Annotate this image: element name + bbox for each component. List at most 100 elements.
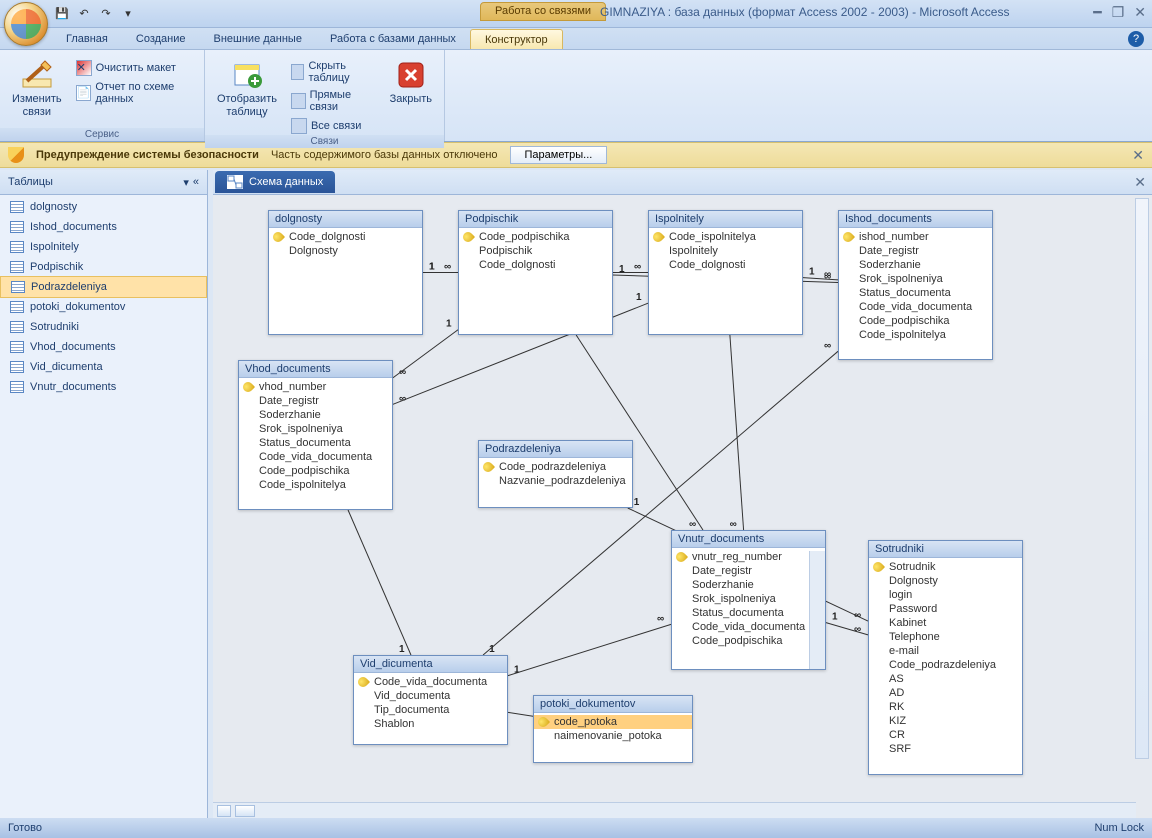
field-vhod_number[interactable]: vhod_number [239,380,392,394]
minimize-button[interactable]: ━ [1093,4,1101,21]
field-Nazvanie_podrazdeleniya[interactable]: Nazvanie_podrazdeleniya [479,474,632,488]
horizontal-scrollbar[interactable] [213,802,1136,818]
field-Date_registr[interactable]: Date_registr [672,564,825,578]
field-Srok_ispolneniya[interactable]: Srok_ispolneniya [239,422,392,436]
table-header[interactable]: potoki_dokumentov [534,696,692,713]
security-close-button[interactable]: ✕ [1132,147,1144,164]
field-Code_podrazdeleniya[interactable]: Code_podrazdeleniya [479,460,632,474]
table-Vhod_documents[interactable]: Vhod_documentsvhod_numberDate_registrSod… [238,360,393,510]
security-options-button[interactable]: Параметры... [510,146,608,164]
field-Code_vida_documenta[interactable]: Code_vida_documenta [672,620,825,634]
table-header[interactable]: dolgnosty [269,211,422,228]
collapse-icon[interactable]: « [193,176,199,189]
field-Telephone[interactable]: Telephone [869,630,1022,644]
nav-header[interactable]: Таблицы ▾« [0,170,207,195]
table-Vnutr_documents[interactable]: Vnutr_documents vnutr_reg_numberDate_regi… [671,530,826,670]
ribbon-tab-2[interactable]: Внешние данные [200,29,316,49]
field-Dolgnosty[interactable]: Dolgnosty [869,574,1022,588]
table-header[interactable]: Ispolnitely [649,211,802,228]
table-Podpischik[interactable]: PodpischikCode_podpischikaPodpischikCode… [458,210,613,335]
field-Sotrudnik[interactable]: Sotrudnik [869,560,1022,574]
field-Code_podrazdeleniya[interactable]: Code_podrazdeleniya [869,658,1022,672]
field-login[interactable]: login [869,588,1022,602]
field-Code_vida_documenta[interactable]: Code_vida_documenta [239,450,392,464]
ribbon-tab-3[interactable]: Работа с базами данных [316,29,470,49]
table-header[interactable]: Podrazdeleniya [479,441,632,458]
nav-item-Ishod_documents[interactable]: Ishod_documents [0,217,207,237]
save-icon[interactable]: 💾 [54,6,70,22]
field-Shablon[interactable]: Shablon [354,717,507,731]
field-CR[interactable]: CR [869,728,1022,742]
field-Code_podpischika[interactable]: Code_podpischika [672,634,825,648]
field-Ispolnitely[interactable]: Ispolnitely [649,244,802,258]
table-Ispolnitely[interactable]: IspolnitelyCode_ispolnitelyaIspolnitelyC… [648,210,803,335]
direct-relations-button[interactable]: Прямые связи [289,88,378,114]
table-Podrazdeleniya[interactable]: Podrazdeleniya Code_podrazdeleniyaNazvani… [478,440,633,508]
field-Status_documenta[interactable]: Status_documenta [672,606,825,620]
field-KIZ[interactable]: KIZ [869,714,1022,728]
field-Password[interactable]: Password [869,602,1022,616]
table-header[interactable]: Vnutr_documents [672,531,825,548]
field-Srok_ispolneniya[interactable]: Srok_ispolneniya [839,272,992,286]
all-relations-button[interactable]: Все связи [289,117,378,135]
table-header[interactable]: Vid_dicumenta [354,656,507,673]
table-Ishod_documents[interactable]: Ishod_documentsishod_numberDate_registrS… [838,210,993,360]
field-Code_vida_documenta[interactable]: Code_vida_documenta [354,675,507,689]
field-e-mail[interactable]: e-mail [869,644,1022,658]
field-Status_documenta[interactable]: Status_documenta [839,286,992,300]
tab-schema[interactable]: Схема данных [215,171,335,193]
nav-item-Podpischik[interactable]: Podpischik [0,257,207,277]
field-Date_registr[interactable]: Date_registr [839,244,992,258]
edit-relations-button[interactable]: Изменить связи [6,57,68,128]
undo-icon[interactable]: ↶ [76,6,92,22]
field-Soderzhanie[interactable]: Soderzhanie [839,258,992,272]
nav-item-Vid_dicumenta[interactable]: Vid_dicumenta [0,357,207,377]
restore-button[interactable]: ❐ [1112,4,1125,21]
clear-layout-button[interactable]: ✕Очистить макет [74,59,198,77]
field-Status_documenta[interactable]: Status_documenta [239,436,392,450]
field-Code_ispolnitelya[interactable]: Code_ispolnitelya [239,478,392,492]
office-button[interactable] [4,2,48,46]
field-Vid_documenta[interactable]: Vid_documenta [354,689,507,703]
ribbon-tab-1[interactable]: Создание [122,29,200,49]
show-table-button[interactable]: Отобразить таблицу [211,57,283,135]
field-SRF[interactable]: SRF [869,742,1022,756]
field-Srok_ispolneniya[interactable]: Srok_ispolneniya [672,592,825,606]
hide-table-button[interactable]: Скрыть таблицу [289,59,378,85]
chevron-down-icon[interactable]: ▾ [183,176,189,189]
field-Code_podpischika[interactable]: Code_podpischika [459,230,612,244]
redo-icon[interactable]: ↷ [98,6,114,22]
field-Code_podpischika[interactable]: Code_podpischika [239,464,392,478]
table-Vid_dicumenta[interactable]: Vid_dicumenta Code_vida_documentaVid_docu… [353,655,508,745]
scroll-left-button[interactable] [217,805,231,817]
nav-item-Vnutr_documents[interactable]: Vnutr_documents [0,377,207,397]
field-Dolgnosty[interactable]: Dolgnosty [269,244,422,258]
nav-item-dolgnosty[interactable]: dolgnosty [0,197,207,217]
qat-customize-icon[interactable]: ▾ [120,6,136,22]
field-ishod_number[interactable]: ishod_number [839,230,992,244]
ribbon-tab-0[interactable]: Главная [52,29,122,49]
field-Code_dolgnosti[interactable]: Code_dolgnosti [269,230,422,244]
table-dolgnosty[interactable]: dolgnosty Code_dolgnostiDolgnosty [268,210,423,335]
table-Sotrudniki[interactable]: SotrudnikiSotrudnikDolgnostyloginPasswor… [868,540,1023,775]
field-AD[interactable]: AD [869,686,1022,700]
field-Tip_documenta[interactable]: Tip_documenta [354,703,507,717]
field-Soderzhanie[interactable]: Soderzhanie [239,408,392,422]
field-Code_ispolnitelya[interactable]: Code_ispolnitelya [839,328,992,342]
nav-item-Vhod_documents[interactable]: Vhod_documents [0,337,207,357]
table-scrollbar[interactable] [809,551,825,669]
close-button[interactable]: ✕ [1134,4,1146,21]
table-potoki_dokumentov[interactable]: potoki_dokumentovcode_potokanaimenovanie… [533,695,693,763]
field-Code_podpischika[interactable]: Code_podpischika [839,314,992,328]
field-code_potoka[interactable]: code_potoka [534,715,692,729]
field-vnutr_reg_number[interactable]: vnutr_reg_number [672,550,825,564]
close-rel-button[interactable]: Закрыть [384,57,438,135]
field-RK[interactable]: RK [869,700,1022,714]
table-header[interactable]: Ishod_documents [839,211,992,228]
relationships-canvas[interactable]: 1∞1∞1∞1∞1∞1∞1∞1∞1∞1∞1∞1∞1∞ dolgnostyCode… [213,195,1152,818]
tab-close-button[interactable]: ✕ [1134,174,1146,191]
ribbon-tab-4[interactable]: Конструктор [470,29,563,49]
field-AS[interactable]: AS [869,672,1022,686]
field-Code_vida_documenta[interactable]: Code_vida_documenta [839,300,992,314]
table-header[interactable]: Vhod_documents [239,361,392,378]
